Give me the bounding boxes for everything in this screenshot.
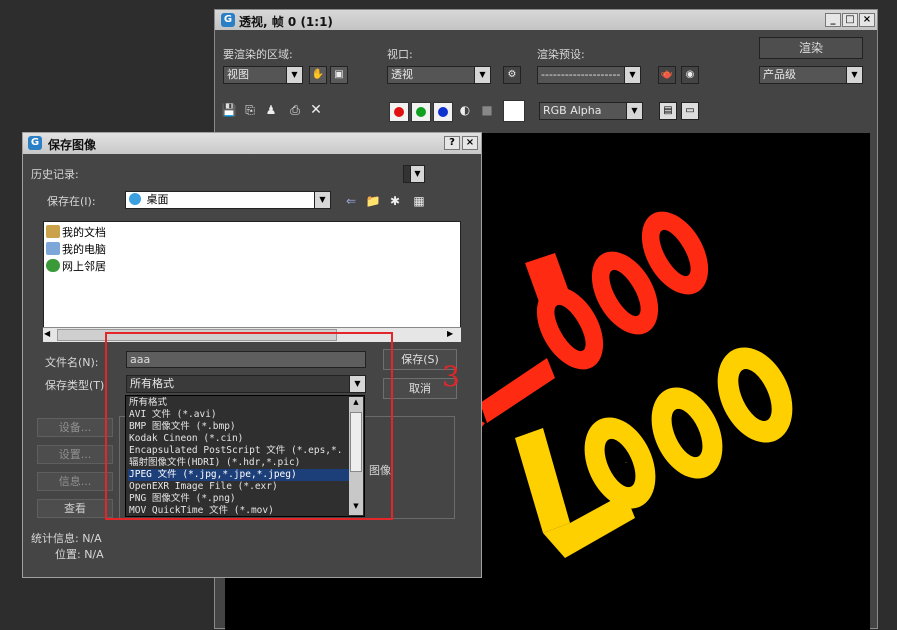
render-window-title: 透视, 帧 0 (1:1)	[239, 15, 333, 29]
chevron-down-icon: ▼	[314, 192, 330, 208]
swatch-color[interactable]	[503, 100, 525, 122]
save-in-select[interactable]: 桌面 ▼	[125, 191, 331, 209]
file-item-label: 网上邻居	[62, 260, 106, 273]
file-item-label: 我的电脑	[62, 243, 106, 256]
minimize-button[interactable]: _	[825, 13, 841, 27]
viewport-label: 视口:	[387, 48, 413, 61]
annotation-number: 3	[442, 360, 460, 393]
lock-viewport-icon[interactable]: ⚙	[503, 66, 521, 84]
blue-channel-button[interactable]	[433, 102, 453, 122]
chevron-down-icon: ▼	[474, 67, 490, 83]
maximize-button[interactable]: □	[842, 13, 858, 27]
app-logo-icon: G	[28, 136, 42, 150]
dialog-close-button[interactable]: ×	[462, 136, 478, 150]
display-channel-select[interactable]: RGB Alpha ▼	[539, 102, 643, 120]
info-button[interactable]: 信息...	[37, 472, 113, 491]
clear-icon[interactable]: ✕	[308, 102, 324, 118]
render-quality-value: 产品级	[763, 68, 796, 81]
region-select-icon[interactable]: ▣	[330, 66, 348, 84]
filename-label: 文件名(N):	[45, 356, 99, 369]
desktop-icon	[129, 193, 141, 205]
list-item[interactable]: 网上邻居	[46, 258, 106, 274]
copy-image-icon[interactable]: ⎘	[242, 102, 258, 118]
render-preset-value: --------------------	[541, 68, 621, 81]
clone-frame-icon[interactable]: ♟	[263, 102, 279, 118]
viewport-value: 透视	[391, 68, 413, 81]
chevron-down-icon: ▼	[626, 103, 642, 119]
toggle-ui-icon[interactable]: ▭	[681, 102, 699, 120]
alpha-channel-icon[interactable]: ◐	[457, 102, 473, 118]
render-button[interactable]: 渲染	[759, 37, 863, 59]
back-arrow-icon[interactable]: ⇐	[343, 193, 359, 209]
save-dialog-title: 保存图像	[48, 138, 97, 152]
green-channel-button[interactable]	[411, 102, 431, 122]
render-preset-select[interactable]: -------------------- ▼	[537, 66, 641, 84]
save-in-label: 保存在(I):	[47, 195, 96, 208]
red-logo-text: Logo	[545, 332, 548, 334]
setup-button[interactable]: 设备...	[37, 418, 113, 437]
render-area-label: 要渲染的区域:	[223, 48, 293, 61]
monochrome-icon[interactable]: ■	[479, 102, 495, 118]
yellow-logo-3d-text: Logo	[515, 347, 793, 558]
annotation-box	[105, 332, 393, 520]
environment-effects-icon[interactable]: ◉	[681, 66, 699, 84]
file-item-label: 我的文档	[62, 226, 106, 239]
render-area-value: 视图	[227, 68, 249, 81]
filetype-label: 保存类型(T):	[45, 379, 109, 392]
list-item[interactable]: 我的文档	[46, 224, 106, 240]
history-select[interactable]: ▼	[403, 165, 425, 183]
display-channel-value: RGB Alpha	[543, 104, 602, 117]
viewport-select[interactable]: 透视 ▼	[387, 66, 491, 84]
render-window-titlebar[interactable]: G 透视, 帧 0 (1:1) _ □ ×	[215, 10, 877, 30]
chevron-down-icon: ▼	[286, 67, 302, 83]
save-in-value: 桌面	[146, 193, 169, 206]
stats-label: 统计信息: N/A	[31, 532, 102, 545]
view-button[interactable]: 查看	[37, 499, 113, 518]
chevron-down-icon: ▼	[846, 67, 862, 83]
print-image-icon[interactable]: ⎙	[287, 102, 303, 118]
network-places-icon	[46, 259, 60, 272]
save-image-icon[interactable]: 💾	[221, 102, 237, 118]
close-button[interactable]: ×	[859, 13, 875, 27]
pan-hand-icon[interactable]: ✋	[309, 66, 327, 84]
my-computer-icon	[46, 242, 60, 255]
view-menu-icon[interactable]: ▦	[411, 193, 427, 209]
toggle-ui-overlay-icon[interactable]: ▤	[659, 102, 677, 120]
settings-button[interactable]: 设置...	[37, 445, 113, 464]
red-channel-button[interactable]	[389, 102, 409, 122]
help-button[interactable]: ?	[444, 136, 460, 150]
location-label: 位置: N/A	[55, 548, 104, 561]
file-list[interactable]: 我的文档 我的电脑 网上邻居	[43, 221, 461, 342]
render-setup-icon[interactable]: 🫖	[658, 66, 676, 84]
yellow-logo-text: Logo	[625, 462, 628, 464]
render-preset-label: 渲染预设:	[537, 48, 585, 61]
chevron-down-icon: ▼	[410, 166, 424, 182]
up-folder-icon[interactable]: 📁	[365, 193, 381, 209]
my-documents-icon	[46, 225, 60, 238]
scroll-left-icon[interactable]: ◀	[44, 329, 56, 341]
list-item[interactable]: 我的电脑	[46, 241, 106, 257]
render-quality-select[interactable]: 产品级 ▼	[759, 66, 863, 84]
render-area-select[interactable]: 视图 ▼	[223, 66, 303, 84]
new-folder-icon[interactable]: ✱	[387, 193, 403, 209]
app-logo-icon: G	[221, 13, 235, 27]
save-dialog-titlebar[interactable]: G 保存图像 ? ×	[23, 133, 481, 154]
chevron-down-icon: ▼	[624, 67, 640, 83]
scroll-right-icon[interactable]: ▶	[447, 329, 459, 341]
history-label: 历史记录:	[31, 168, 79, 181]
